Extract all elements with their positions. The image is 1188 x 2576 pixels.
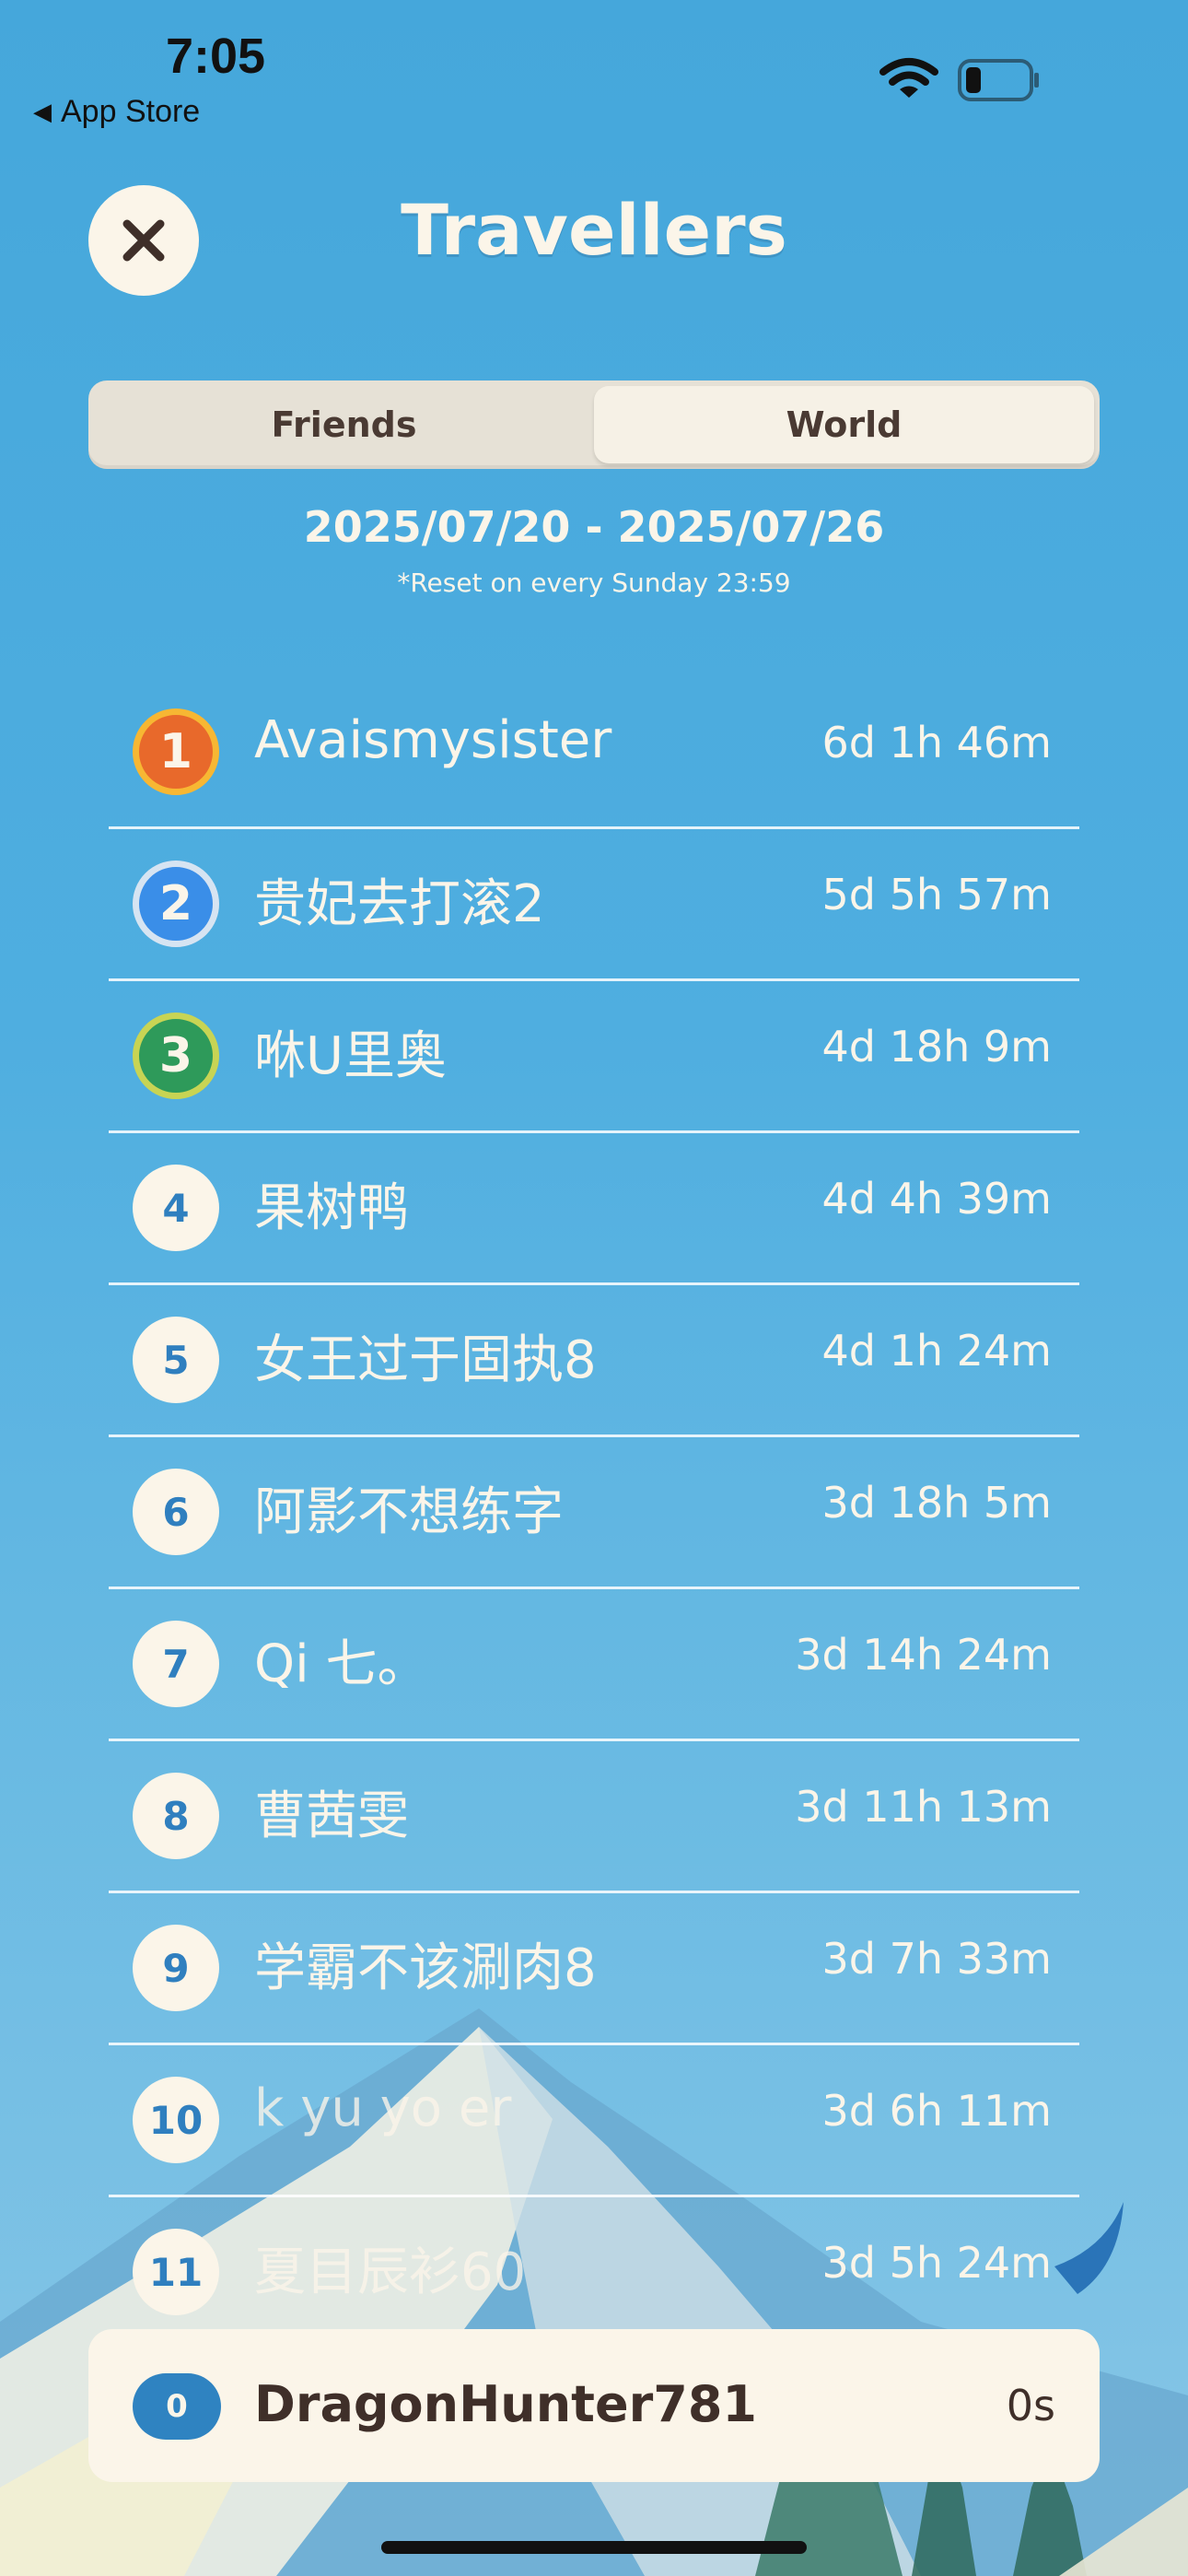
rank-badge: 7 xyxy=(133,1621,219,1707)
play-time: 3d 7h 33m xyxy=(821,1934,1052,1984)
rank-badge-bronze: 3 xyxy=(133,1013,219,1099)
my-rank-badge: 0 xyxy=(133,2373,221,2440)
play-time: 3d 11h 13m xyxy=(795,1782,1052,1832)
my-time: 0s xyxy=(1006,2381,1055,2430)
rank-badge-silver: 2 xyxy=(133,861,219,947)
leaderboard-row[interactable]: 3 咻U里奥 4d 18h 9m xyxy=(109,981,1079,1133)
player-name: Qi 七。 xyxy=(254,1634,429,1694)
play-time: 3d 18h 5m xyxy=(821,1478,1052,1528)
tab-friends[interactable]: Friends xyxy=(94,386,594,463)
app-screen: 7:05 ◀ App Store Travellers Friends Worl… xyxy=(0,0,1188,2576)
leaderboard-list: 1 Avaismysister 6d 1h 46m 2 贵妃去打滚2 5d 5h… xyxy=(109,677,1079,2349)
rank-badge: 11 xyxy=(133,2229,219,2315)
leaderboard-row[interactable]: 1 Avaismysister 6d 1h 46m xyxy=(109,677,1079,829)
player-name: k yu yo er xyxy=(254,2078,512,2138)
player-name: 咻U里奥 xyxy=(254,1026,447,1086)
friends-world-toggle: Friends World xyxy=(88,381,1100,469)
rank-badge-gold: 1 xyxy=(133,708,219,795)
play-time: 3d 14h 24m xyxy=(795,1630,1052,1680)
player-name: 果树鸭 xyxy=(254,1178,409,1238)
play-time: 6d 1h 46m xyxy=(821,718,1052,767)
play-time: 5d 5h 57m xyxy=(821,870,1052,919)
my-rank-card[interactable]: 0 DragonHunter781 0s xyxy=(88,2329,1100,2482)
leaderboard-row[interactable]: 5 女王过于固执8 4d 1h 24m xyxy=(109,1285,1079,1437)
rank-badge: 8 xyxy=(133,1773,219,1859)
player-name: 阿影不想练字 xyxy=(254,1482,564,1542)
leaderboard-row[interactable]: 4 果树鸭 4d 4h 39m xyxy=(109,1133,1079,1285)
play-time: 3d 5h 24m xyxy=(821,2238,1052,2288)
player-name: 贵妃去打滚2 xyxy=(254,874,545,934)
rank-badge: 10 xyxy=(133,2077,219,2163)
leaderboard-row[interactable]: 11 夏目辰衫60 3d 5h 24m xyxy=(109,2197,1079,2349)
player-name: 女王过于固执8 xyxy=(254,1330,597,1390)
wifi-icon xyxy=(879,58,938,98)
player-name: 曹茜雯 xyxy=(254,1786,409,1846)
leaderboard-row[interactable]: 6 阿影不想练字 3d 18h 5m xyxy=(109,1437,1079,1589)
status-time: 7:05 xyxy=(166,29,266,84)
back-triangle-icon: ◀ xyxy=(33,98,52,125)
player-name: Avaismysister xyxy=(254,710,612,770)
home-indicator[interactable] xyxy=(381,2541,807,2554)
page-title: Travellers xyxy=(401,189,787,271)
leaderboard-row[interactable]: 2 贵妃去打滚2 5d 5h 57m xyxy=(109,829,1079,981)
rank-badge: 4 xyxy=(133,1165,219,1251)
play-time: 4d 4h 39m xyxy=(821,1174,1052,1224)
rank-badge: 5 xyxy=(133,1317,219,1403)
leaderboard-row[interactable]: 8 曹茜雯 3d 11h 13m xyxy=(109,1741,1079,1893)
rank-badge: 6 xyxy=(133,1469,219,1555)
tab-world[interactable]: World xyxy=(594,386,1094,463)
play-time: 4d 18h 9m xyxy=(821,1022,1052,1071)
leaderboard-row[interactable]: 7 Qi 七。 3d 14h 24m xyxy=(109,1589,1079,1741)
reset-note: *Reset on every Sunday 23:59 xyxy=(397,568,791,598)
back-to-app-store[interactable]: ◀ App Store xyxy=(33,94,200,130)
play-time: 4d 1h 24m xyxy=(821,1326,1052,1376)
leaderboard-row[interactable]: 9 学霸不该涮肉8 3d 7h 33m xyxy=(109,1893,1079,2045)
play-time: 3d 6h 11m xyxy=(821,2086,1052,2136)
battery-icon xyxy=(958,59,1039,101)
leaderboard-row[interactable]: 10 k yu yo er 3d 6h 11m xyxy=(109,2045,1079,2197)
back-label: App Store xyxy=(61,94,201,129)
player-name: 夏目辰衫60 xyxy=(254,2242,527,2302)
rank-badge: 9 xyxy=(133,1925,219,2011)
my-name: DragonHunter781 xyxy=(254,2375,757,2433)
player-name: 学霸不该涮肉8 xyxy=(254,1938,597,1998)
date-range: 2025/07/20 - 2025/07/26 xyxy=(303,502,885,552)
